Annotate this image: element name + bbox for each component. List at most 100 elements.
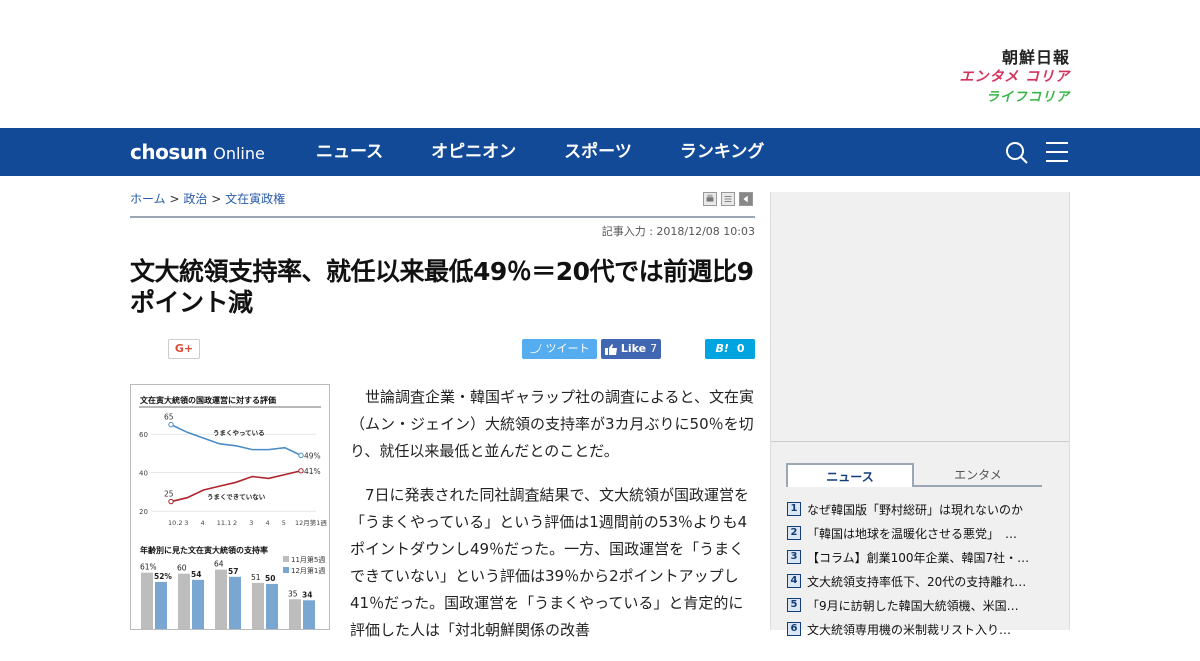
bar — [252, 582, 264, 629]
tab-entame[interactable]: エンタメ — [914, 463, 1042, 487]
data-label: 65 — [164, 413, 174, 422]
bar — [192, 579, 204, 629]
breadcrumb-moon-government[interactable]: 文在寅政権 — [225, 192, 285, 206]
bar-value-label: 34 — [302, 590, 312, 599]
legend-label-a: 11月第5週 — [291, 555, 325, 564]
rank-title: 「9月に訪朝した韓国大統領機、米国… — [807, 598, 1019, 613]
article-figure[interactable]: 文在寅大統領の国政運営に対する評価 60 40 20 10.2 3 4 11.1 2 3 4 5 12… — [130, 384, 330, 630]
breadcrumb-home[interactable]: ホーム — [130, 192, 166, 206]
brand-links: 朝鮮日報 エンタメ コリア ライフコリア — [935, 44, 1070, 108]
point — [298, 468, 304, 474]
data-label: 41% — [304, 467, 321, 476]
logo-text-bold: chosun — [130, 140, 208, 164]
bar-value-label: 51 — [251, 573, 261, 582]
text-view-icon[interactable] — [721, 192, 735, 206]
line-chart-title: 文在寅大統領の国政運営に対する評価 — [140, 395, 276, 405]
right-sidebar: ニュース エンタメ 1 なぜ韓国版「野村総研」は現れないのか 2 「韓国は地球を… — [770, 192, 1070, 637]
ranking-list: 1 なぜ韓国版「野村総研」は現れないのか 2 「韓国は地球を温暖化させる悪党」 … — [787, 497, 1047, 641]
entame-korea-link[interactable]: エンタメ コリア — [935, 66, 1070, 88]
bar-value-label: 60 — [177, 564, 187, 573]
print-icon[interactable] — [703, 192, 717, 206]
rank-title: 文大統領専用機の米制裁リスト入り… — [807, 622, 1012, 637]
bar-chart-title: 年齢別に見た文在寅大統領の支持率 — [140, 545, 268, 555]
rank-title: 【コラム】創業100年企業、韓国7社・… — [807, 550, 1030, 565]
article-body: 世論調査企業・韓国ギャラップ社の調査によると、文在寅（ムン・ジェイン）大統領の支… — [350, 384, 755, 661]
bar-value-label: 52% — [154, 572, 172, 581]
bar — [215, 569, 227, 629]
bar — [303, 600, 315, 629]
logo-text-thin: Online — [213, 144, 265, 163]
x-tick-label: 11.1 — [217, 519, 231, 527]
point — [168, 421, 174, 428]
x-tick-label: 2 — [233, 519, 237, 527]
nav-item-sports[interactable]: スポーツ — [540, 128, 656, 176]
legend-label-b: 12月第1週 — [291, 566, 325, 575]
rank-title: 文大統領支持率低下、20代の支持離れ… — [807, 574, 1027, 589]
back-icon[interactable] — [739, 192, 753, 206]
twitter-bird-icon — [529, 344, 542, 354]
tab-news[interactable]: ニュース — [786, 463, 914, 487]
ranking-item[interactable]: 3 【コラム】創業100年企業、韓国7社・… — [787, 545, 1047, 569]
bar-value-label: 50 — [265, 574, 275, 583]
nav-item-ranking[interactable]: ランキング — [656, 128, 789, 176]
legend-swatch-b — [283, 567, 289, 573]
x-tick-label: 4 — [266, 519, 270, 527]
article-paragraph: 7日に発表された同社調査結果で、文大統領が国政運営を「うまくやっている」という評… — [350, 486, 749, 639]
bar-value-label: 54 — [191, 570, 201, 579]
x-tick-label: 3 — [184, 519, 188, 527]
hatena-b-icon: B! — [715, 342, 729, 355]
tweet-button[interactable]: ツイート — [522, 339, 597, 359]
rank-number: 2 — [787, 526, 801, 540]
thumbs-up-icon — [604, 343, 617, 355]
y-tick-label: 20 — [139, 508, 148, 516]
ranking-item[interactable]: 5 「9月に訪朝した韓国大統領機、米国… — [787, 593, 1047, 617]
data-label: 49% — [304, 451, 321, 460]
ranking-tabs: ニュース エンタメ — [786, 463, 1042, 487]
like-label: Like — [620, 342, 647, 355]
bar-value-label: 35 — [288, 589, 298, 598]
rank-number: 4 — [787, 574, 801, 588]
series-label: うまくできていない — [207, 492, 266, 501]
chosun-ilbo-link[interactable]: 朝鮮日報 — [935, 44, 1070, 67]
header-rule — [130, 216, 755, 218]
bar — [178, 573, 190, 629]
point — [298, 452, 304, 459]
series-label: うまくやっている — [213, 428, 265, 437]
rank-title: 「韓国は地球を温暖化させる悪党」 … — [807, 526, 1018, 541]
x-tick-label: 10.2 — [168, 519, 182, 527]
bar — [229, 576, 241, 629]
ranking-item[interactable]: 2 「韓国は地球を温暖化させる悪党」 … — [787, 521, 1047, 545]
like-count: 7 — [650, 342, 658, 355]
legend-swatch-a — [283, 556, 289, 562]
x-tick-label: 4 — [201, 519, 205, 527]
ranking-item[interactable]: 4 文大統領支持率低下、20代の支持離れ… — [787, 569, 1047, 593]
rank-number: 5 — [787, 598, 801, 612]
bar-value-label: 64 — [214, 560, 224, 569]
ranking-item[interactable]: 1 なぜ韓国版「野村総研」は現れないのか — [787, 497, 1047, 521]
ranking-item[interactable]: 6 文大統領専用機の米制裁リスト入り… — [787, 617, 1047, 641]
nav-item-opinion[interactable]: オピニオン — [407, 128, 540, 176]
life-korea-link[interactable]: ライフコリア — [935, 88, 1070, 108]
bar-value-label: 57 — [228, 567, 238, 576]
nav-item-news[interactable]: ニュース — [292, 128, 407, 176]
bar — [289, 599, 301, 629]
rank-title: なぜ韓国版「野村総研」は現れないのか — [807, 502, 1024, 517]
ad-slot — [771, 192, 1069, 442]
nav-menu: ニュース オピニオン スポーツ ランキング — [292, 128, 788, 176]
hatena-bookmark-button[interactable]: B! 0 — [705, 339, 755, 359]
tweet-label: ツイート — [545, 342, 590, 355]
google-plus-button[interactable]: G+ — [168, 339, 200, 359]
hamburger-menu-icon[interactable] — [1044, 140, 1070, 164]
site-logo[interactable]: chosun Online — [130, 140, 265, 164]
bar — [266, 583, 278, 629]
bar — [155, 581, 167, 629]
breadcrumb-politics[interactable]: 政治 — [183, 192, 207, 206]
search-icon[interactable] — [1004, 140, 1030, 164]
nav-icons — [1004, 140, 1070, 164]
point — [168, 498, 174, 505]
figure-chart-svg: 文在寅大統領の国政運営に対する評価 60402010.2 3 4 11.1 2 3 4 5 12… — [131, 385, 329, 629]
rank-number: 3 — [787, 550, 801, 564]
article-headline: 文大統領支持率、就任以来最低49％＝20代では前週比9ポイント減 — [130, 257, 754, 317]
x-tick-label: 3 — [249, 519, 253, 527]
facebook-like-button[interactable]: Like 7 — [601, 339, 661, 359]
